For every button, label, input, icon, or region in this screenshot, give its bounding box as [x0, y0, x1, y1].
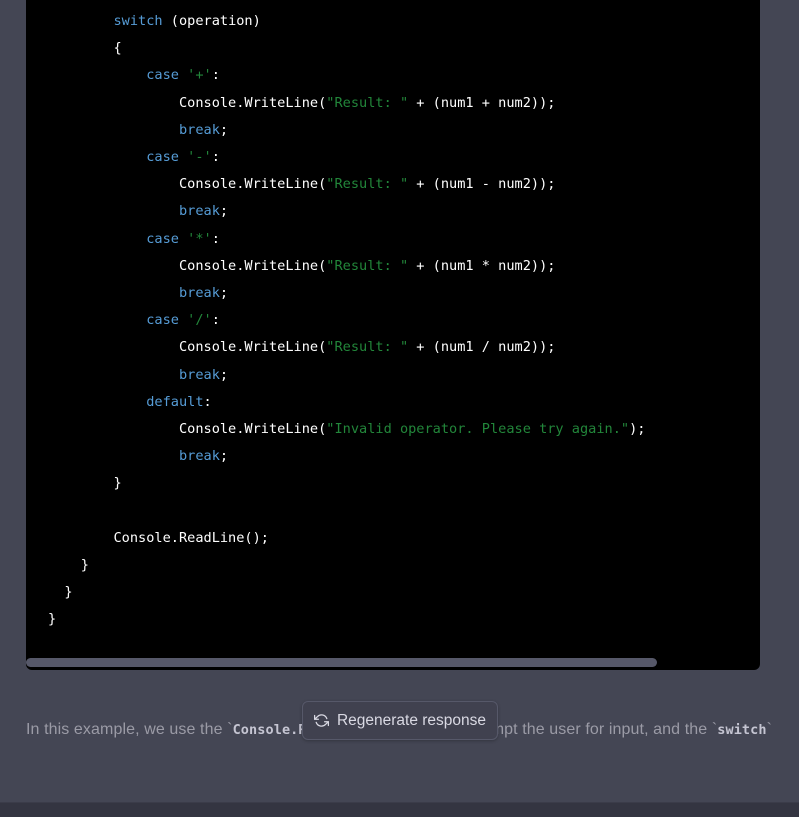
code-token-plain: ); — [629, 421, 646, 438]
code-horizontal-scrollbar-track[interactable] — [26, 656, 760, 670]
code-token-plain: } — [80, 557, 89, 574]
inline-code-tick: ` — [766, 721, 773, 738]
code-token-str: '*' — [187, 230, 212, 247]
code-token-kw: case — [146, 230, 179, 247]
code-token-plain: : — [203, 393, 212, 410]
code-token-plain: Console.WriteLine( — [178, 421, 327, 438]
refresh-icon — [313, 713, 329, 728]
code-line: Console.WriteLine("Result: " + (num1 / n… — [26, 334, 760, 361]
code-line: break; — [26, 117, 760, 144]
code-token-str: '+' — [187, 67, 212, 84]
code-token-plain: : — [211, 67, 220, 84]
code-token-kw: default — [146, 393, 204, 410]
code-line: break; — [26, 362, 760, 389]
code-line: case '-': — [26, 144, 760, 171]
code-token-plain: Console.ReadLine(); — [113, 529, 269, 546]
code-token-plain: } — [64, 584, 73, 601]
code-line: break; — [26, 198, 760, 225]
code-token-plain: Console.WriteLine( — [178, 176, 327, 193]
code-token-kw: break — [178, 366, 220, 383]
code-token-str: "Result: " — [326, 339, 409, 356]
assistant-message-region: switch (operation) { case '+': Console.W… — [0, 0, 799, 803]
code-line: break; — [26, 443, 760, 470]
code-token-str: '/' — [187, 312, 212, 329]
code-line: } — [26, 470, 760, 497]
code-token-plain: } — [113, 475, 122, 492]
code-token-plain: ; — [219, 121, 229, 138]
code-line: Console.WriteLine("Result: " + (num1 - n… — [26, 171, 760, 198]
code-block: switch (operation) { case '+': Console.W… — [26, 0, 760, 670]
code-token-plain: ; — [219, 366, 229, 383]
code-token-plain: : — [211, 312, 220, 329]
code-token-plain: ; — [219, 203, 229, 220]
regenerate-response-label: Regenerate response — [336, 711, 487, 729]
code-block-scroll-area[interactable]: switch (operation) { case '+': Console.W… — [26, 0, 760, 670]
code-line: } — [26, 552, 760, 579]
code-token-kw: break — [178, 448, 220, 465]
code-token-plain: ; — [219, 448, 229, 465]
code-token-plain: + (num1 + num2)); — [408, 94, 556, 111]
code-token-plain: { — [113, 40, 122, 57]
code-token-plain: + (num1 / num2)); — [408, 339, 556, 356]
code-token-plain: } — [48, 611, 57, 628]
inline-code: switch — [717, 722, 767, 738]
paragraph-text: In this example, we use the — [26, 721, 228, 738]
code-token-kw: case — [146, 67, 179, 84]
code-token-plain: Console.WriteLine( — [178, 94, 327, 111]
code-token-plain: : — [211, 149, 220, 166]
code-token-str: "Invalid operator. Please try again." — [326, 421, 630, 438]
code-line: } — [26, 579, 760, 606]
code-line: } — [26, 606, 760, 633]
bottom-bar — [0, 803, 799, 817]
code-token-plain: (operation) — [162, 13, 261, 29]
code-token-plain: Console.WriteLine( — [178, 339, 327, 356]
code-token-str: "Result: " — [326, 257, 409, 274]
code-token-str: "Result: " — [326, 94, 409, 111]
code-line: case '*': — [26, 226, 760, 253]
code-line: switch (operation) — [26, 8, 760, 35]
code-token-str: "Result: " — [326, 176, 409, 193]
code-line: Console.WriteLine("Result: " + (num1 * n… — [26, 253, 760, 280]
code-line: Console.ReadLine(); — [26, 525, 760, 552]
code-line: case '+': — [26, 62, 760, 89]
code-line: { — [26, 35, 760, 62]
code-token-kw: break — [178, 121, 220, 138]
code-token-kw: break — [178, 285, 220, 302]
code-token-plain: ; — [219, 285, 229, 302]
code-token-plain: + (num1 - num2)); — [408, 176, 556, 193]
code-token-kw: break — [178, 203, 220, 220]
regenerate-response-button[interactable]: Regenerate response — [302, 701, 498, 740]
code-token-str: '-' — [187, 149, 212, 166]
code-line: Console.WriteLine("Invalid operator. Ple… — [26, 416, 760, 443]
code-token-kw: case — [146, 312, 179, 329]
code-line: Console.WriteLine("Result: " + (num1 + n… — [26, 90, 760, 117]
code-horizontal-scrollbar-thumb[interactable] — [26, 658, 657, 667]
code-line: default: — [26, 389, 760, 416]
code-content: switch (operation) { case '+': Console.W… — [26, 0, 760, 634]
code-token-plain: Console.WriteLine( — [178, 257, 327, 274]
code-line: break; — [26, 280, 760, 307]
code-token-kw: switch — [113, 13, 163, 29]
code-token-plain: : — [211, 230, 220, 247]
code-token-plain: + (num1 * num2)); — [408, 257, 556, 274]
code-token-kw: case — [146, 149, 179, 166]
code-line: case '/': — [26, 307, 760, 334]
